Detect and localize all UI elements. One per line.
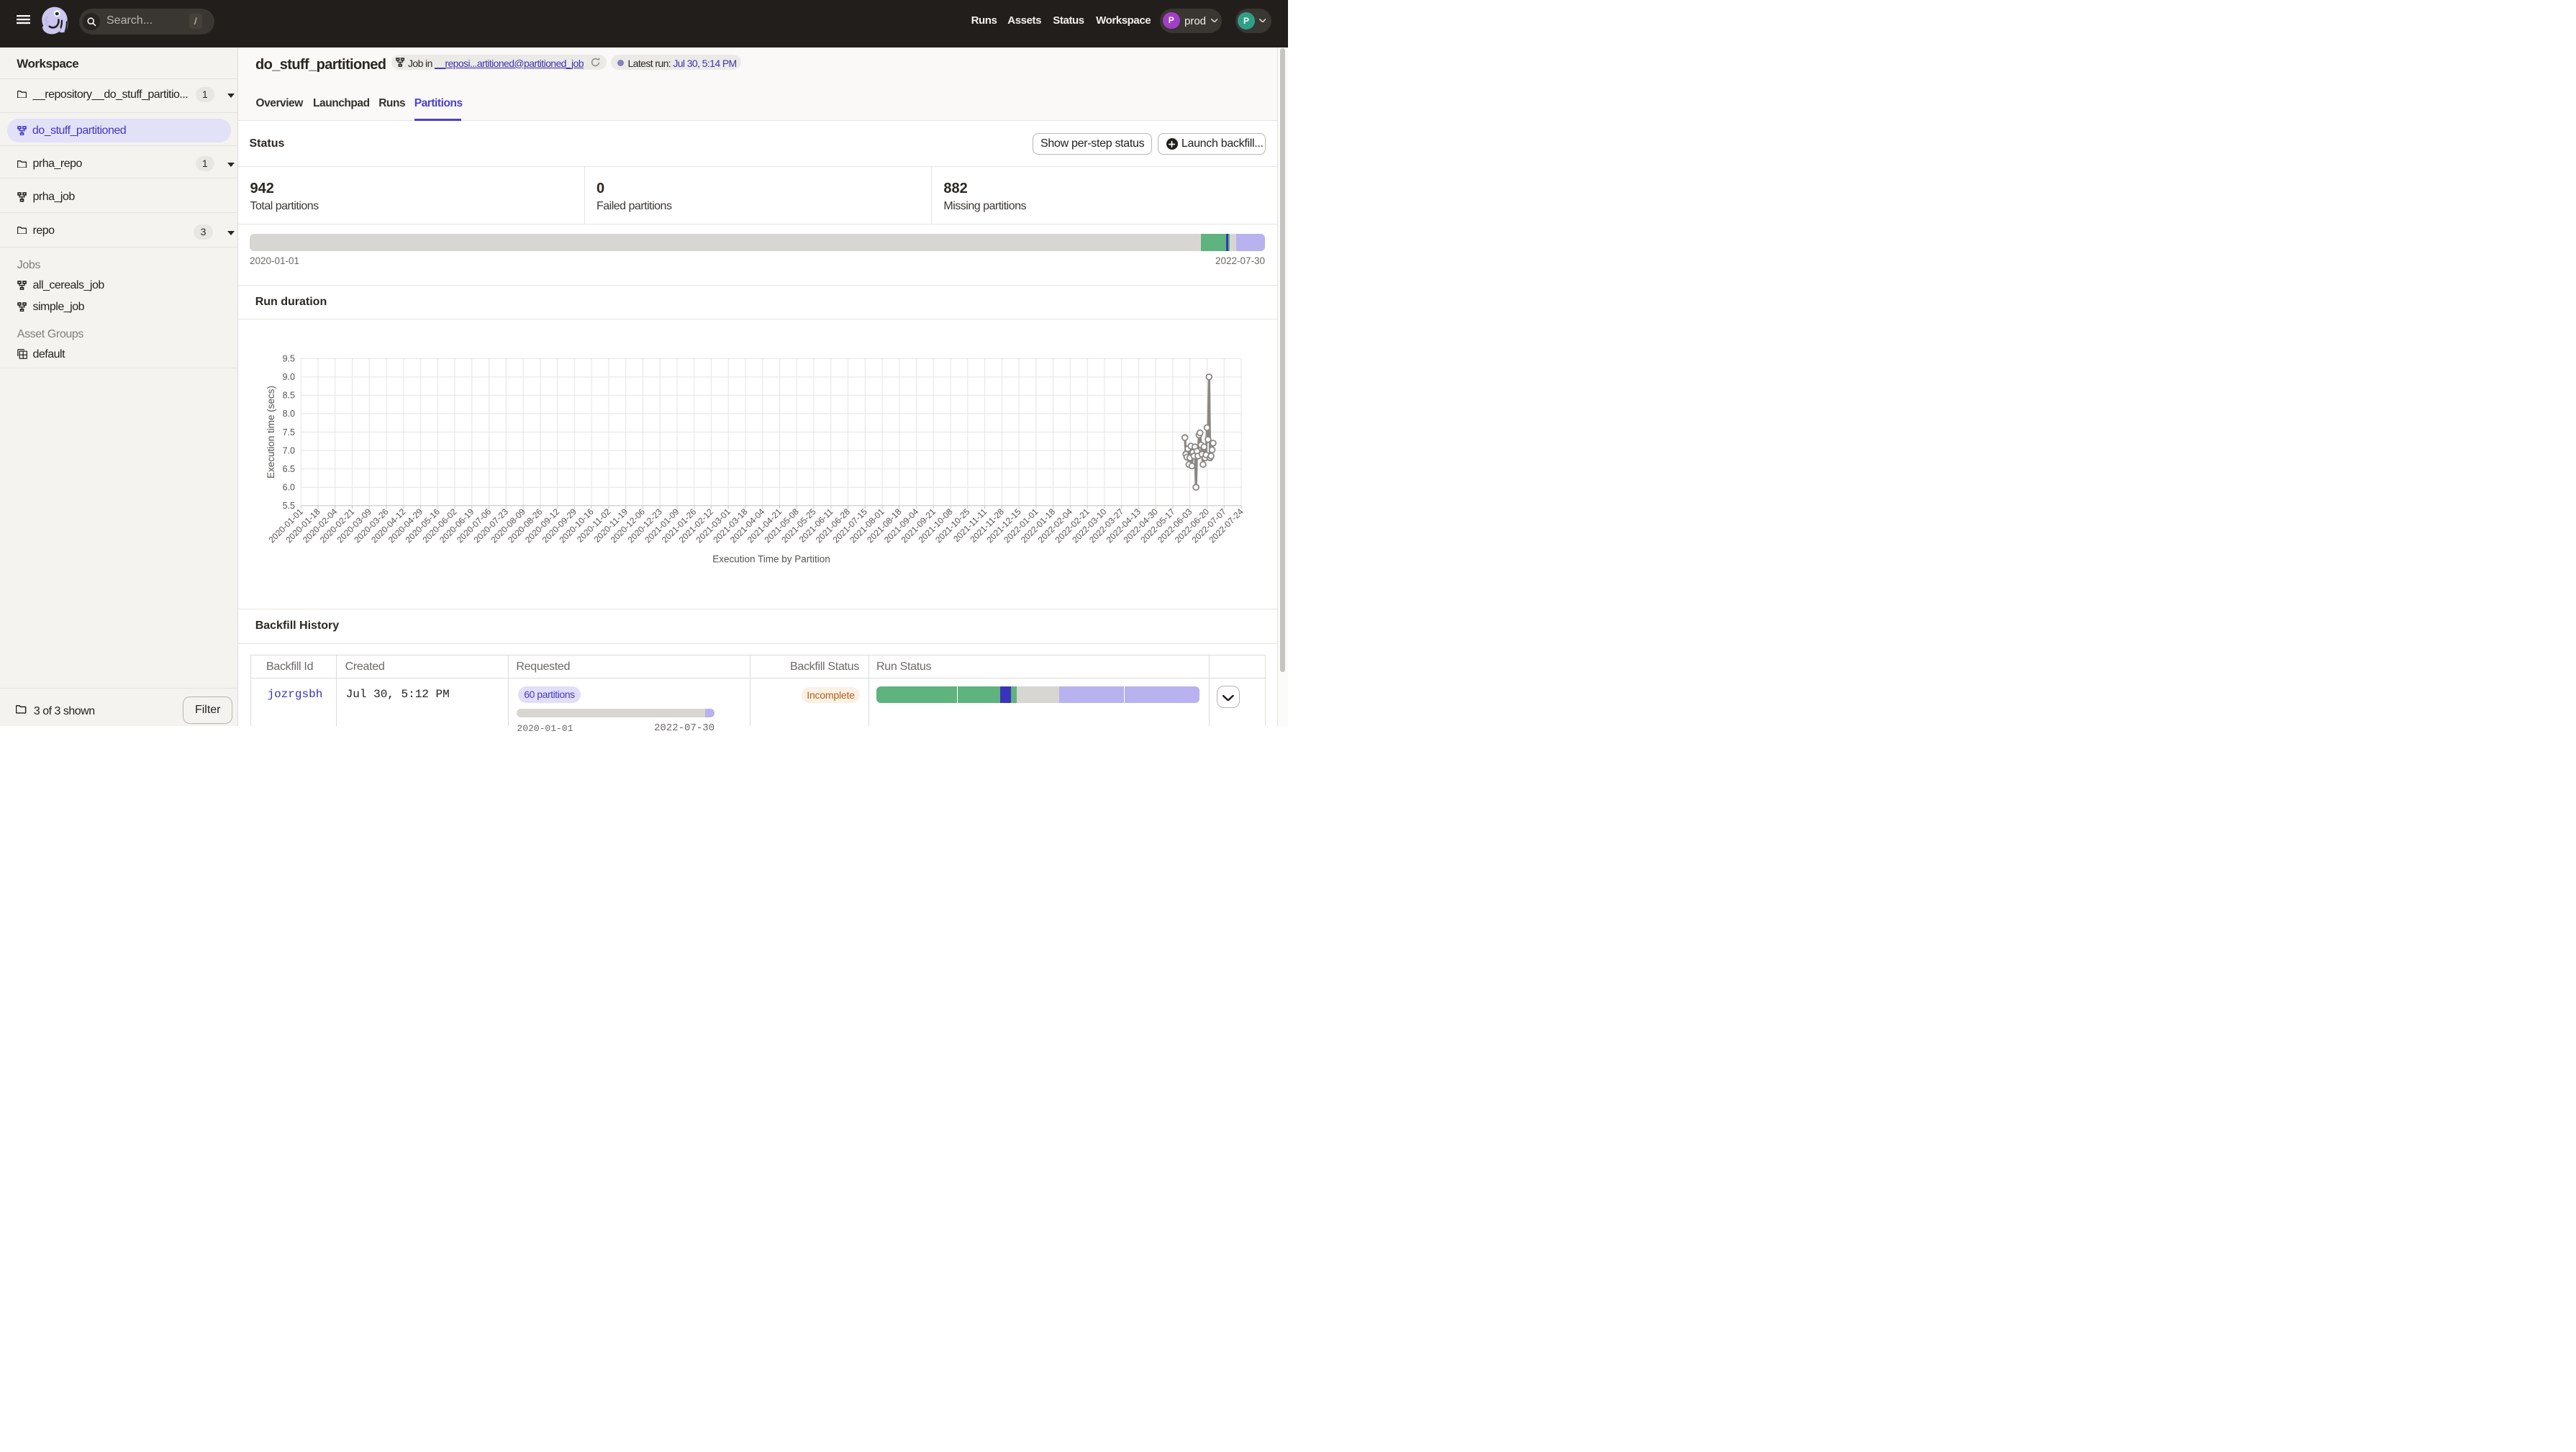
svg-text:8.0: 8.0 [283,409,295,419]
svg-text:Execution time (secs): Execution time (secs) [266,386,276,478]
svg-text:7.0: 7.0 [283,445,295,455]
svg-text:6.5: 6.5 [283,464,295,474]
svg-text:6.0: 6.0 [283,482,295,492]
svg-text:9.5: 9.5 [283,354,295,364]
svg-text:7.5: 7.5 [283,427,295,437]
svg-text:8.5: 8.5 [283,391,295,401]
svg-text:5.5: 5.5 [283,501,295,511]
svg-text:Execution Time by Partition: Execution Time by Partition [712,554,830,565]
svg-text:9.0: 9.0 [283,372,295,382]
